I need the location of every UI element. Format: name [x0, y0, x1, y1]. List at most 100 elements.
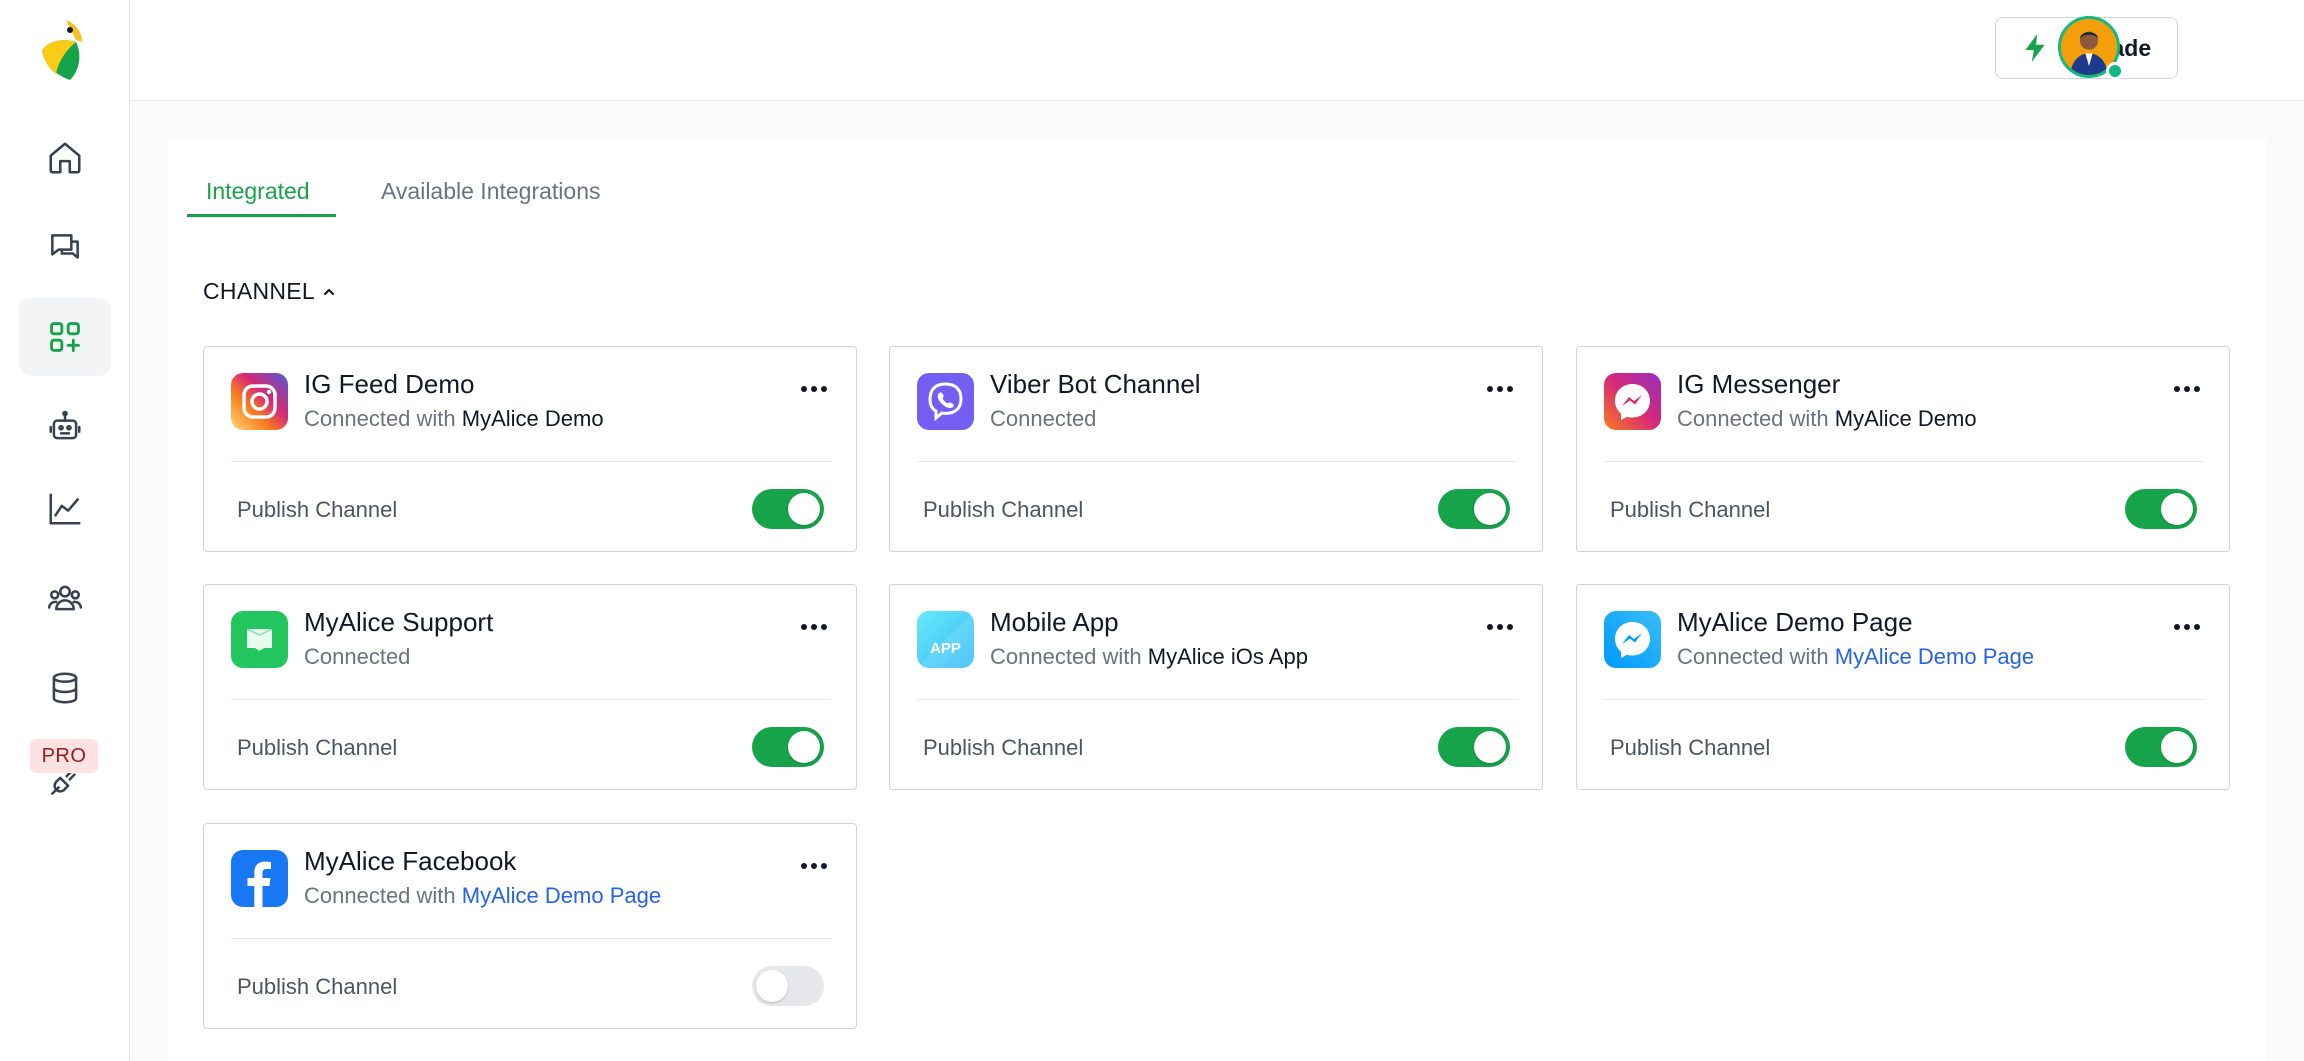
dot-icon: [1507, 386, 1513, 392]
connected-target-link[interactable]: MyAlice Demo Page: [462, 883, 661, 908]
publish-channel-label: Publish Channel: [1610, 497, 1771, 522]
channel-status: Connected with MyAlice Demo Page: [304, 883, 662, 908]
channel-card: MyAlice Support Connected Publish Channe…: [203, 584, 857, 790]
channel-status: Connected with MyAlice Demo Page: [1677, 644, 2035, 669]
dot-icon: [801, 863, 807, 869]
dot-icon: [821, 386, 827, 392]
publish-channel-toggle[interactable]: [1438, 727, 1510, 767]
sidebar-item-data[interactable]: [19, 649, 111, 727]
toggle-knob: [2161, 731, 2193, 763]
publish-channel-toggle[interactable]: [752, 727, 824, 767]
sidebar-item-customers[interactable]: [19, 559, 111, 637]
card-divider: [231, 699, 831, 700]
publish-channel-toggle[interactable]: [752, 489, 824, 529]
channel-title: Viber Bot Channel: [990, 369, 1201, 399]
dot-icon: [2184, 386, 2190, 392]
sidebar-item-analytics[interactable]: [19, 470, 111, 548]
top-header: Upgrade: [130, 0, 2304, 101]
home-icon: [49, 142, 81, 174]
channel-status: Connected: [304, 644, 411, 669]
channel-title: MyAlice Support: [304, 607, 494, 637]
tab-integrated[interactable]: Integrated: [206, 178, 310, 205]
sidebar-item-integrations[interactable]: [19, 298, 111, 376]
app-icon: APP: [917, 611, 974, 668]
chat-bubbles-icon: [51, 234, 79, 259]
channel-card: MyAlice Demo Page Connected with MyAlice…: [1576, 584, 2230, 790]
toggle-knob: [1474, 493, 1506, 525]
channel-title: MyAlice Demo Page: [1677, 607, 1913, 637]
messenger-icon: [1604, 611, 1661, 668]
channel-title: MyAlice Facebook: [304, 846, 517, 876]
dot-icon: [801, 386, 807, 392]
sidebar-item-home[interactable]: [19, 119, 111, 197]
dot-icon: [811, 624, 817, 630]
connected-target: MyAlice iOs App: [1147, 644, 1308, 669]
publish-channel-label: Publish Channel: [923, 735, 1084, 760]
dot-icon: [2174, 624, 2180, 630]
chevron-up-icon: [323, 288, 335, 295]
more-options-button[interactable]: [1480, 377, 1520, 401]
bot-icon: [49, 410, 81, 440]
channel-title: IG Feed Demo: [304, 369, 475, 399]
sidebar-item-inbox[interactable]: [19, 209, 111, 287]
card-divider: [231, 461, 831, 462]
dot-icon: [1487, 624, 1493, 630]
card-divider: [917, 699, 1517, 700]
publish-channel-toggle[interactable]: [2125, 727, 2197, 767]
sidebar: PRO: [0, 0, 130, 1061]
channel-title: IG Messenger: [1677, 369, 1841, 399]
card-divider: [917, 461, 1517, 462]
dot-icon: [2184, 624, 2190, 630]
toggle-knob: [2161, 493, 2193, 525]
dot-icon: [821, 624, 827, 630]
more-options-button[interactable]: [1480, 615, 1520, 639]
dot-icon: [801, 624, 807, 630]
users-icon: [47, 585, 83, 611]
dot-icon: [2194, 386, 2200, 392]
dot-icon: [2174, 386, 2180, 392]
channel-status: Connected with MyAlice iOs App: [990, 644, 1308, 669]
toggle-knob: [788, 493, 820, 525]
dot-icon: [2194, 624, 2200, 630]
channel-card: Viber Bot Channel Connected Publish Chan…: [889, 346, 1543, 552]
dot-icon: [1487, 386, 1493, 392]
publish-channel-label: Publish Channel: [923, 497, 1084, 522]
publish-channel-toggle[interactable]: [2125, 489, 2197, 529]
channel-status: Connected with MyAlice Demo: [1677, 406, 1977, 431]
instagram-icon: [231, 373, 288, 430]
channel-card: IG Messenger Connected with MyAlice Demo…: [1576, 346, 2230, 552]
dot-icon: [811, 386, 817, 392]
card-divider: [1604, 461, 2204, 462]
publish-channel-toggle[interactable]: [752, 966, 824, 1006]
channel-status: Connected with MyAlice Demo: [304, 406, 604, 431]
sidebar-item-bot[interactable]: [19, 388, 111, 466]
card-divider: [231, 938, 831, 939]
more-options-button[interactable]: [794, 854, 834, 878]
publish-channel-label: Publish Channel: [237, 497, 398, 522]
tab-available-integrations[interactable]: Available Integrations: [381, 178, 601, 205]
dot-icon: [1497, 386, 1503, 392]
more-options-button[interactable]: [794, 377, 834, 401]
publish-channel-label: Publish Channel: [237, 735, 398, 760]
more-options-button[interactable]: [2167, 377, 2207, 401]
myalice-logo[interactable]: [36, 14, 94, 86]
connected-target: MyAlice Demo: [1834, 406, 1977, 431]
channel-title: Mobile App: [990, 607, 1119, 637]
facebook-icon: [231, 850, 288, 907]
lightning-icon: [2025, 34, 2045, 62]
toggle-knob: [1474, 731, 1506, 763]
more-options-button[interactable]: [794, 615, 834, 639]
publish-channel-label: Publish Channel: [237, 974, 398, 999]
active-tab-indicator: [187, 214, 336, 217]
integrations-icon: [50, 322, 80, 352]
ig-messenger-icon: [1604, 373, 1661, 430]
connected-target-link[interactable]: MyAlice Demo Page: [1835, 644, 2034, 669]
channel-section-toggle[interactable]: CHANNEL: [203, 278, 337, 305]
viber-icon: [917, 373, 974, 430]
card-divider: [1604, 699, 2204, 700]
dot-icon: [1507, 624, 1513, 630]
integrations-panel: Integrated Available Integrations CHANNE…: [167, 140, 2267, 1061]
publish-channel-toggle[interactable]: [1438, 489, 1510, 529]
toggle-knob: [756, 970, 788, 1002]
more-options-button[interactable]: [2167, 615, 2207, 639]
